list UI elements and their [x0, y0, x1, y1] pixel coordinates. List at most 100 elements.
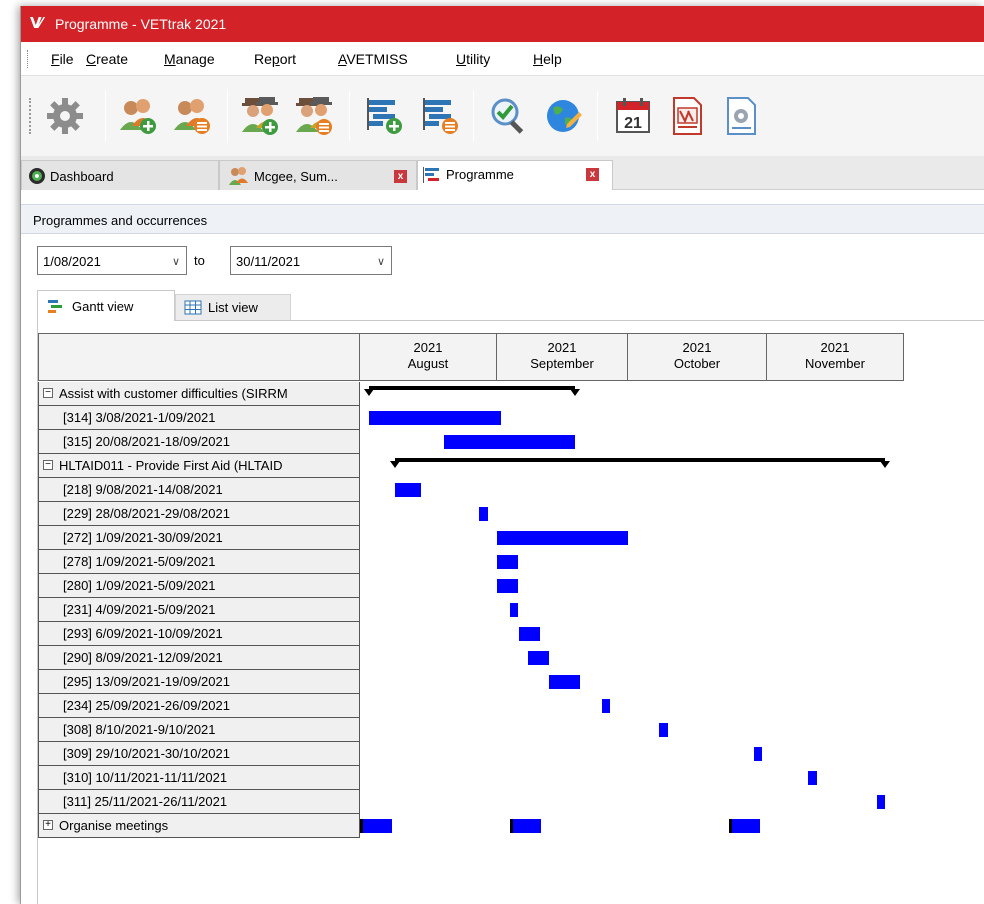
calendar-icon[interactable]: 21 [611, 94, 655, 138]
occurrence-row[interactable]: [218] 9/08/2021-14/08/2021 [38, 478, 360, 502]
month-header: 2021 August [360, 333, 497, 381]
date-from-combo[interactable]: 1/08/2021 ∨ [37, 246, 187, 275]
group-row[interactable]: − HLTAID011 - Provide First Aid (HLTAID [38, 454, 360, 478]
tab-client[interactable]: Mcgee, Sum... x [219, 160, 417, 190]
gantt-bar[interactable] [479, 507, 488, 521]
row-label: [272] 1/09/2021-30/09/2021 [63, 530, 223, 545]
tab-list-view[interactable]: List view [175, 294, 291, 320]
gantt-bar[interactable] [395, 483, 422, 497]
summary-marker-icon [880, 461, 891, 468]
summary-bar[interactable] [368, 386, 576, 390]
gantt-bar[interactable] [518, 627, 541, 641]
occurrence-row[interactable]: [234] 25/09/2021-26/09/2021 [38, 694, 360, 718]
settings-icon[interactable] [43, 94, 87, 138]
row-label: [290] 8/09/2021-12/09/2021 [63, 650, 223, 665]
summary-marker-icon [363, 389, 374, 396]
gantt-bar[interactable] [368, 411, 501, 425]
gantt-bar[interactable] [497, 531, 628, 545]
programme-panel: Programmes and occurrences 1/08/2021 ∨ t… [21, 190, 984, 904]
occurrence-row[interactable]: [278] 1/09/2021-5/09/2021 [38, 550, 360, 574]
programme-icon [422, 166, 442, 187]
close-icon[interactable]: x [394, 170, 407, 183]
toolbar: 21 [21, 76, 984, 156]
occurrence-row[interactable]: [272] 1/09/2021-30/09/2021 [38, 526, 360, 550]
search-icon[interactable] [487, 94, 531, 138]
chevron-down-icon[interactable]: ∨ [172, 255, 180, 268]
gantt-bar[interactable] [549, 675, 580, 689]
month-name: October [673, 356, 721, 371]
date-to-label: to [194, 253, 205, 268]
month-name: November [805, 356, 865, 371]
group-row[interactable]: + Organise meetings [38, 814, 360, 838]
occurrence-row[interactable]: [229] 28/08/2021-29/08/2021 [38, 502, 360, 526]
tab-gantt-view[interactable]: Gantt view [37, 290, 175, 321]
occurrence-row[interactable]: [295] 13/09/2021-19/09/2021 [38, 670, 360, 694]
collapsed-group-bar[interactable] [510, 819, 541, 833]
occurrence-row[interactable]: [315] 20/08/2021-18/09/2021 [38, 430, 360, 454]
gantt-bar[interactable] [497, 579, 519, 593]
expand-icon[interactable]: + [43, 820, 53, 830]
group-row[interactable]: − Assist with customer difficulties (SIRR… [38, 382, 360, 406]
application-window: V⁄ Programme - VETtrak 2021 File Create Ma… [20, 6, 984, 904]
occurrence-row[interactable]: [290] 8/09/2021-12/09/2021 [38, 646, 360, 670]
collapsed-group-bar[interactable] [729, 819, 760, 833]
menu-create[interactable]: Create [86, 51, 128, 67]
gantt-bar[interactable] [808, 771, 817, 785]
web-icon[interactable] [541, 94, 585, 138]
vettrak-doc-icon[interactable] [665, 94, 709, 138]
window-title: Programme - VETtrak 2021 [55, 16, 227, 32]
collapse-icon[interactable]: − [43, 388, 53, 398]
add-client-icon[interactable] [117, 94, 161, 138]
menu-report[interactable]: Report [254, 51, 296, 67]
occurrence-row[interactable]: [231] 4/09/2021-5/09/2021 [38, 598, 360, 622]
edit-contact-icon[interactable] [293, 94, 337, 138]
tab-label: Mcgee, Sum... [254, 169, 338, 184]
tab-dashboard[interactable]: Dashboard [21, 160, 219, 190]
section-title: Programmes and occurrences [33, 213, 208, 228]
gantt-bar[interactable] [527, 651, 550, 665]
gantt-bar[interactable] [510, 603, 519, 617]
occurrence-row[interactable]: [280] 1/09/2021-5/09/2021 [38, 574, 360, 598]
collapsed-group-bar[interactable] [360, 819, 392, 833]
report-doc-icon[interactable] [719, 94, 763, 138]
summary-marker-icon [570, 389, 581, 396]
occurrence-row[interactable]: [310] 10/11/2021-11/11/2021 [38, 766, 360, 790]
date-to-combo[interactable]: 30/11/2021 ∨ [230, 246, 392, 275]
row-label: [231] 4/09/2021-5/09/2021 [63, 602, 216, 617]
gantt-bar[interactable] [753, 747, 763, 761]
bar-cap [729, 819, 732, 833]
row-label: [295] 13/09/2021-19/09/2021 [63, 674, 230, 689]
collapse-icon[interactable]: − [43, 460, 53, 470]
add-programme-icon[interactable] [363, 94, 407, 138]
gantt-bar[interactable] [876, 795, 886, 809]
section-header: Programmes and occurrences [21, 204, 984, 234]
occurrence-row[interactable]: [293] 6/09/2021-10/09/2021 [38, 622, 360, 646]
menu-manage[interactable]: Manage [164, 51, 215, 67]
summary-bar[interactable] [395, 458, 886, 462]
row-label: [315] 20/08/2021-18/09/2021 [63, 434, 230, 449]
occurrence-row[interactable]: [308] 8/10/2021-9/10/2021 [38, 718, 360, 742]
occurrence-row[interactable]: [309] 29/10/2021-30/10/2021 [38, 742, 360, 766]
summary-marker-icon [390, 461, 401, 468]
gantt-bar[interactable] [497, 555, 519, 569]
menu-help[interactable]: Help [533, 51, 562, 67]
row-label: [218] 9/08/2021-14/08/2021 [63, 482, 223, 497]
close-icon[interactable]: x [586, 168, 599, 181]
menu-avetmiss[interactable]: AVETMISS [338, 51, 408, 67]
gantt-bar[interactable] [601, 699, 611, 713]
gantt-bar[interactable] [443, 435, 576, 449]
month-header: 2021 September [497, 333, 628, 381]
occurrence-row[interactable]: [311] 25/11/2021-26/11/2021 [38, 790, 360, 814]
menu-file[interactable]: File [51, 51, 74, 67]
occurrence-row[interactable]: [314] 3/08/2021-1/09/2021 [38, 406, 360, 430]
list-view-label: List view [208, 300, 258, 315]
chevron-down-icon[interactable]: ∨ [377, 255, 385, 268]
edit-client-icon[interactable] [171, 94, 215, 138]
menu-utility[interactable]: Utility [456, 51, 490, 67]
month-name: September [530, 356, 594, 371]
svg-text:21: 21 [624, 115, 642, 132]
gantt-bar[interactable] [659, 723, 668, 737]
edit-programme-icon[interactable] [419, 94, 463, 138]
add-contact-icon[interactable] [239, 94, 283, 138]
tab-programme[interactable]: Programme x [417, 160, 613, 191]
